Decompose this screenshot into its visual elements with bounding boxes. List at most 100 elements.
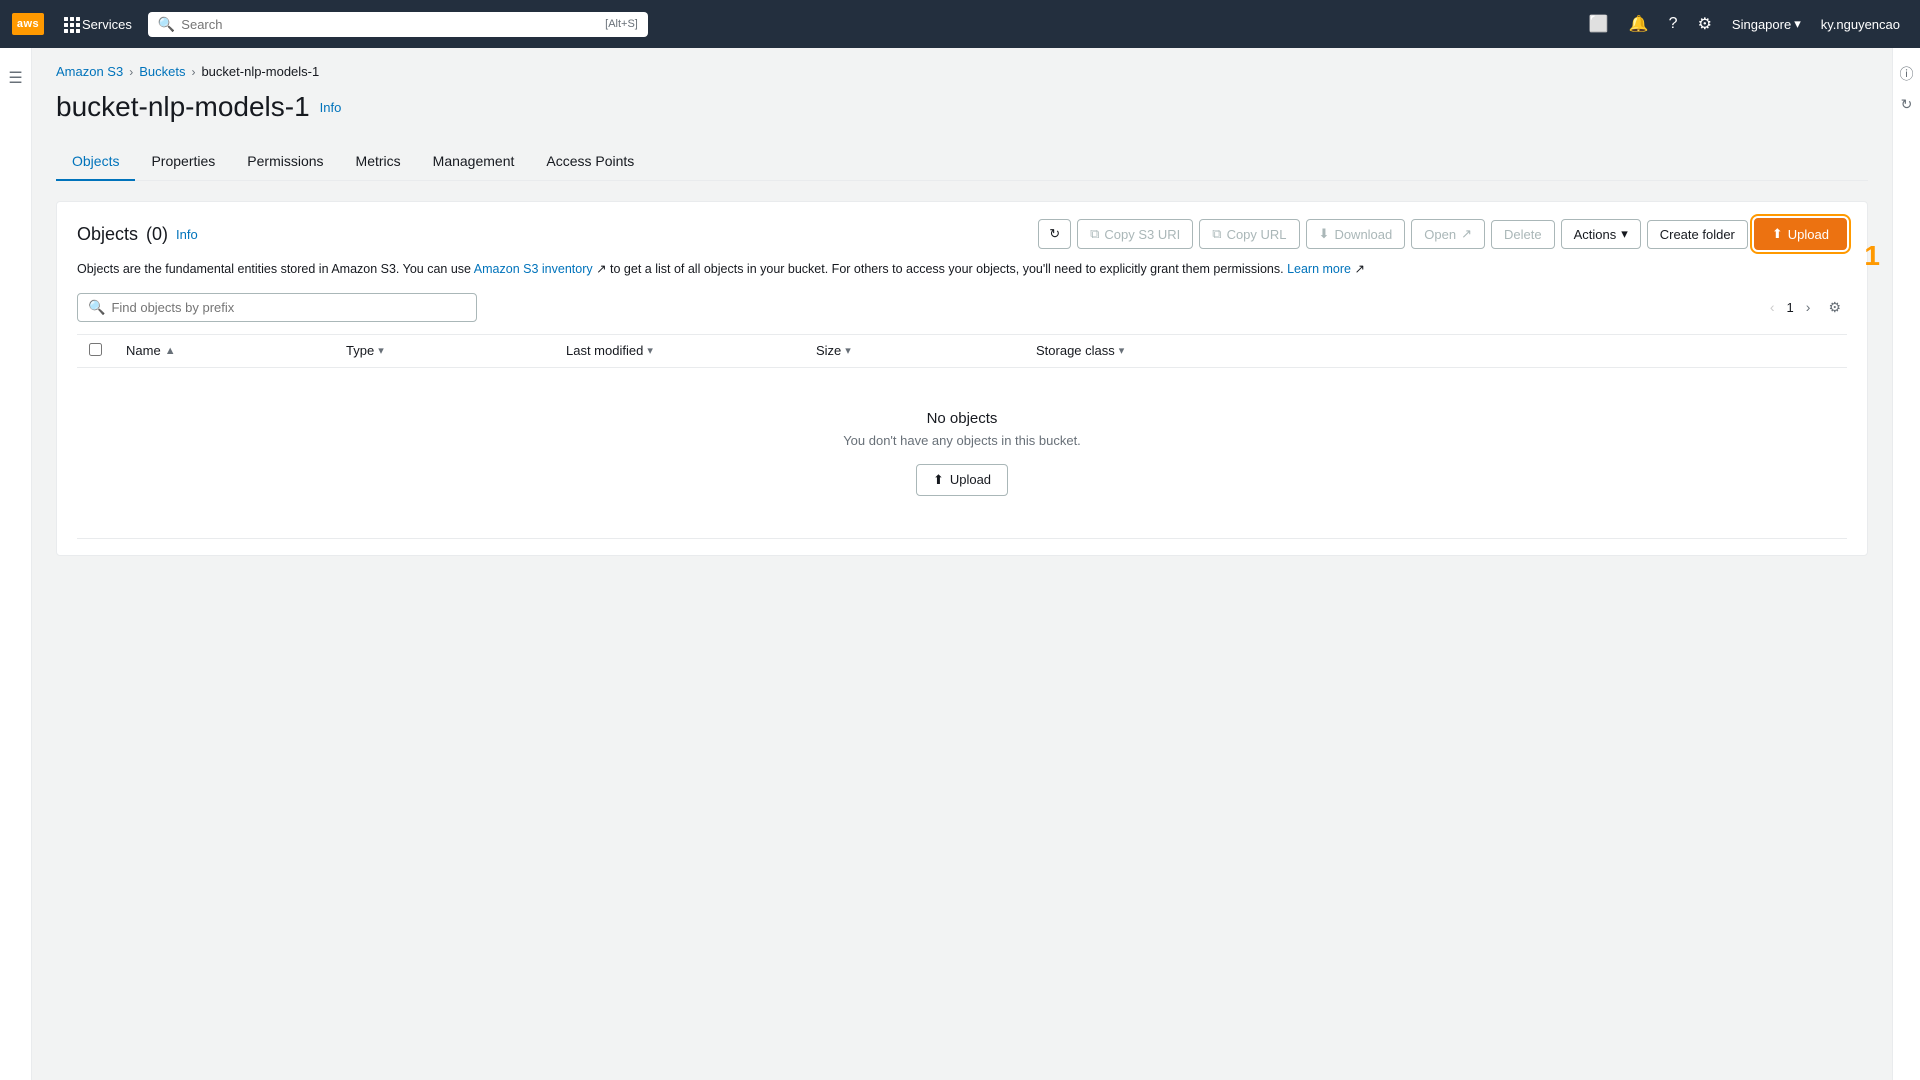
actions-button[interactable]: Actions ▾ (1561, 219, 1641, 249)
refresh-button[interactable]: ↻ (1038, 219, 1071, 249)
help-btn[interactable]: ? (1661, 9, 1686, 39)
select-all-header (77, 334, 114, 367)
prefix-search-input[interactable] (111, 300, 466, 315)
upload-button[interactable]: ⬆ Upload (1754, 218, 1847, 250)
notification-btn[interactable]: 🔔 (1621, 8, 1657, 40)
prefix-search[interactable]: 🔍 (77, 293, 477, 322)
global-search[interactable]: 🔍 [Alt+S] (148, 12, 648, 37)
aws-logo-text: aws (17, 18, 39, 30)
breadcrumb-current: bucket-nlp-models-1 (201, 64, 319, 79)
upload-label: Upload (1788, 227, 1829, 242)
delete-label: Delete (1504, 227, 1542, 242)
th-last-modified[interactable]: Last modified ▾ (554, 334, 804, 367)
terminal-icon-btn[interactable]: ⬜ (1581, 8, 1617, 40)
th-modified-label: Last modified (566, 343, 643, 358)
objects-info-button[interactable]: Info (176, 227, 198, 242)
empty-upload-button[interactable]: ⬆ Upload (916, 464, 1008, 496)
open-icon: ↗ (1461, 226, 1472, 242)
tab-objects[interactable]: Objects (56, 143, 135, 181)
page-title: bucket-nlp-models-1 (56, 91, 310, 123)
download-icon: ⬇ (1319, 226, 1330, 242)
tab-management[interactable]: Management (417, 143, 531, 181)
download-button[interactable]: ⬇ Download (1306, 219, 1406, 249)
region-label: Singapore (1732, 17, 1791, 32)
objects-header: Objects (0) Info ↻ ⧉ Copy S3 URI ⧉ Copy … (77, 218, 1847, 250)
annotation-number: 1 (1864, 240, 1880, 272)
title-info-button[interactable]: Info (320, 100, 342, 115)
th-storage-label: Storage class (1036, 343, 1115, 358)
search-input[interactable] (181, 17, 599, 32)
copy-s3-uri-button[interactable]: ⧉ Copy S3 URI (1077, 219, 1193, 249)
ext-link-1: ↗ (593, 262, 607, 276)
breadcrumb-sep-2: › (191, 65, 195, 79)
empty-state: No objects You don't have any objects in… (89, 378, 1835, 528)
prefix-search-icon: 🔍 (88, 299, 105, 316)
copy-url-button[interactable]: ⧉ Copy URL (1199, 219, 1299, 249)
user-menu[interactable]: ky.nguyencao (1813, 13, 1908, 36)
next-page-button[interactable]: › (1800, 295, 1817, 319)
th-size-label: Size (816, 343, 841, 358)
actions-label: Actions (1574, 227, 1617, 242)
tab-permissions[interactable]: Permissions (231, 143, 339, 181)
copy-s3-uri-icon: ⧉ (1090, 226, 1099, 242)
th-storage-class[interactable]: Storage class ▾ (1024, 334, 1847, 367)
th-name[interactable]: Name ▲ (114, 334, 334, 367)
search-container: 🔍 ‹ 1 › ⚙ (77, 293, 1847, 322)
upload-icon: ⬆ (1772, 226, 1783, 242)
empty-state-row: No objects You don't have any objects in… (77, 367, 1847, 538)
th-name-label: Name (126, 343, 161, 358)
pagination-controls: ‹ 1 › ⚙ (1764, 295, 1847, 320)
modified-sort-icon: ▾ (647, 344, 653, 357)
delete-button[interactable]: Delete (1491, 220, 1555, 249)
th-size[interactable]: Size ▾ (804, 334, 1024, 367)
breadcrumb: Amazon S3 › Buckets › bucket-nlp-models-… (56, 64, 1868, 79)
breadcrumb-buckets-link[interactable]: Buckets (139, 64, 185, 79)
copy-url-icon: ⧉ (1212, 226, 1221, 242)
empty-upload-icon: ⬆ (933, 472, 944, 488)
aws-logo[interactable]: aws (12, 13, 44, 35)
learn-more-link[interactable]: Learn more (1287, 262, 1351, 276)
objects-count: (0) (146, 224, 168, 245)
search-shortcut: [Alt+S] (605, 18, 638, 30)
tab-access-points[interactable]: Access Points (530, 143, 650, 181)
hamburger-button[interactable]: ☰ (4, 64, 26, 92)
breadcrumb-s3-link[interactable]: Amazon S3 (56, 64, 123, 79)
table-settings-button[interactable]: ⚙ (1822, 295, 1847, 320)
download-label: Download (1334, 227, 1392, 242)
services-label: Services (82, 17, 132, 32)
services-menu[interactable]: Services (56, 13, 140, 36)
refresh-right-icon[interactable]: ↻ (1901, 96, 1913, 113)
sidebar-toggle: ☰ (0, 48, 32, 1080)
th-type-label: Type (346, 343, 374, 358)
inventory-link[interactable]: Amazon S3 inventory (474, 262, 593, 276)
current-page: 1 (1787, 300, 1794, 315)
select-all-checkbox[interactable] (89, 343, 102, 356)
open-button[interactable]: Open ↗ (1411, 219, 1485, 249)
type-sort-icon: ▾ (378, 344, 384, 357)
copy-url-label: Copy URL (1227, 227, 1287, 242)
objects-title-text: Objects (77, 224, 138, 245)
toolbar: ↻ ⧉ Copy S3 URI ⧉ Copy URL ⬇ Download Op… (1038, 218, 1847, 250)
page-title-container: bucket-nlp-models-1 Info (56, 91, 1868, 123)
empty-state-title: No objects (109, 410, 1815, 427)
objects-description: Objects are the fundamental entities sto… (77, 260, 1847, 279)
objects-panel: Objects (0) Info ↻ ⧉ Copy S3 URI ⧉ Copy … (56, 201, 1868, 556)
copy-s3-uri-label: Copy S3 URI (1104, 227, 1180, 242)
create-folder-button[interactable]: Create folder (1647, 220, 1748, 249)
tab-properties[interactable]: Properties (135, 143, 231, 181)
tab-metrics[interactable]: Metrics (340, 143, 417, 181)
breadcrumb-sep-1: › (129, 65, 133, 79)
th-type[interactable]: Type ▾ (334, 334, 554, 367)
name-sort-asc-icon: ▲ (165, 345, 176, 357)
desc-text-2: to get a list of all objects in your buc… (607, 262, 1284, 276)
storage-sort-icon: ▾ (1119, 344, 1125, 357)
region-selector[interactable]: Singapore ▾ (1724, 12, 1809, 36)
objects-table: Name ▲ Type ▾ Last modified ▾ (77, 334, 1847, 539)
size-sort-icon: ▾ (845, 344, 851, 357)
prev-page-button[interactable]: ‹ (1764, 295, 1781, 319)
settings-nav-btn[interactable]: ⚙ (1690, 8, 1720, 40)
sidebar-right: ⓘ ↻ (1892, 48, 1920, 1080)
info-right-icon[interactable]: ⓘ (1900, 64, 1914, 84)
desc-text-1: Objects are the fundamental entities sto… (77, 262, 474, 276)
grid-icon (64, 17, 78, 31)
